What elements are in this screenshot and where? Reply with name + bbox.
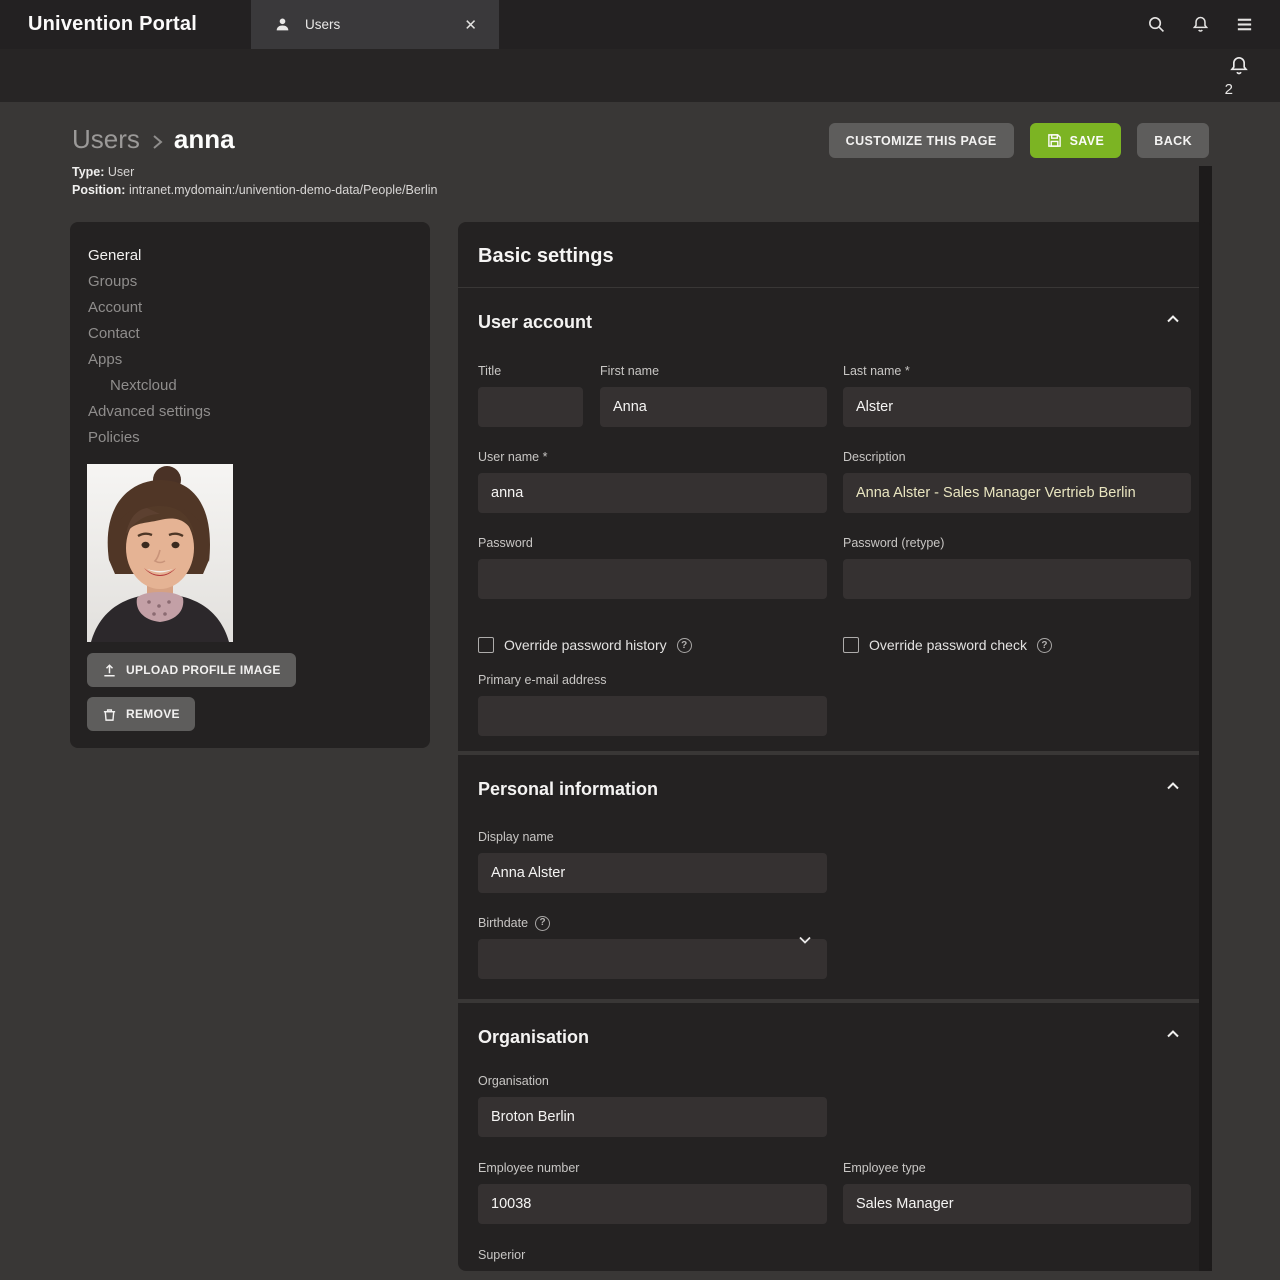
breadcrumb-users-link[interactable]: Users <box>72 124 140 155</box>
sidebar-item-advanced-settings[interactable]: Advanced settings <box>88 399 211 425</box>
remove-image-button[interactable]: REMOVE <box>87 697 195 731</box>
customize-page-button[interactable]: CUSTOMIZE THIS PAGE <box>828 123 1014 158</box>
user-name-label: User name * <box>478 450 548 464</box>
trash-icon <box>102 707 117 722</box>
override-password-history-label: Override password history <box>504 637 667 653</box>
save-button[interactable]: SAVE <box>1029 123 1122 158</box>
first-name-label: First name <box>600 364 660 378</box>
user-icon <box>275 17 290 32</box>
help-icon[interactable]: ? <box>535 915 551 931</box>
password-label: Password <box>478 536 533 550</box>
password-field[interactable] <box>478 559 827 599</box>
override-password-history-checkbox[interactable] <box>478 637 494 653</box>
notification-count: 2 <box>1224 81 1233 98</box>
position-value: intranet.mydomain:/univention-demo-data/… <box>128 183 438 197</box>
type-line: Type: User <box>72 165 134 179</box>
section-header-personal: Personal information <box>478 777 1192 801</box>
birthdate-label: Birthdate <box>478 916 529 930</box>
help-icon[interactable]: ? <box>676 637 692 653</box>
section-divider <box>458 999 1212 1003</box>
close-icon[interactable]: ✕ <box>464 16 477 34</box>
chevron-up-icon[interactable] <box>1166 314 1180 324</box>
first-name-field[interactable] <box>600 387 827 427</box>
position-line: Position: intranet.mydomain:/univention-… <box>72 183 437 197</box>
back-button[interactable]: BACK <box>1137 123 1209 158</box>
description-label: Description <box>843 450 906 464</box>
employee-type-field[interactable] <box>843 1184 1191 1224</box>
section-divider <box>458 751 1212 755</box>
chevron-right-icon <box>150 132 164 152</box>
upload-icon <box>102 663 117 678</box>
override-password-check-label: Override password check <box>869 637 1027 653</box>
sidebar-item-groups[interactable]: Groups <box>88 269 137 295</box>
password-retype-field[interactable] <box>843 559 1191 599</box>
user-name-field[interactable] <box>478 473 827 513</box>
title-label: Title <box>478 364 502 378</box>
description-field[interactable] <box>843 473 1191 513</box>
sidebar-item-apps[interactable]: Apps <box>88 347 122 373</box>
superior-label: Superior <box>478 1248 526 1262</box>
employee-number-label: Employee number <box>478 1161 580 1175</box>
primary-email-label: Primary e-mail address <box>478 673 607 687</box>
save-icon <box>1047 133 1062 148</box>
password-retype-label: Password (retype) <box>843 536 945 550</box>
title-field[interactable] <box>478 387 583 427</box>
help-icon[interactable]: ? <box>1036 637 1052 653</box>
sidebar-panel: General Groups Account Contact Apps Next… <box>70 222 430 748</box>
basic-settings-panel: Basic settings User account Title First … <box>458 222 1212 1271</box>
sidebar-item-nextcloud[interactable]: Nextcloud <box>88 373 177 399</box>
employee-number-field[interactable] <box>478 1184 827 1224</box>
position-label: Position: <box>72 183 126 197</box>
divider <box>458 287 1212 288</box>
display-name-label: Display name <box>478 830 554 844</box>
profile-photo <box>87 464 233 642</box>
tab-users[interactable]: Users ✕ <box>251 0 499 49</box>
type-label: Type: <box>72 165 105 179</box>
section-user-account: User account Title First name Last name … <box>458 310 1212 751</box>
organisation-field[interactable] <box>478 1097 827 1137</box>
type-value: User <box>107 165 135 179</box>
section-nav: General Groups Account Contact Apps Next… <box>70 222 430 451</box>
notifications-bell-icon[interactable] <box>1228 55 1250 77</box>
sidebar-item-contact[interactable]: Contact <box>88 321 140 347</box>
breadcrumb: Users anna <box>72 124 235 155</box>
last-name-field[interactable] <box>843 387 1191 427</box>
menu-icon[interactable] <box>1234 15 1254 35</box>
organisation-label: Organisation <box>478 1074 549 1088</box>
page-title: anna <box>173 124 235 154</box>
section-header-organisation: Organisation <box>478 1025 1192 1049</box>
panel-title: Basic settings <box>478 245 614 267</box>
display-name-field[interactable] <box>478 853 827 893</box>
tab-label: Users <box>305 17 341 32</box>
employee-type-label: Employee type <box>843 1161 926 1175</box>
override-password-check-checkbox[interactable] <box>843 637 859 653</box>
sidebar-item-account[interactable]: Account <box>88 295 142 321</box>
bell-icon[interactable] <box>1190 15 1210 35</box>
sidebar-item-general[interactable]: General <box>88 243 141 269</box>
section-organisation: Organisation Organisation Employee numbe… <box>458 1025 1212 1271</box>
last-name-label: Last name * <box>843 364 910 378</box>
page-header: Users anna Type: User Position: intranet… <box>0 102 1280 222</box>
primary-email-field[interactable] <box>478 696 827 736</box>
chevron-up-icon[interactable] <box>1166 1029 1180 1039</box>
app-title: Univention Portal <box>28 13 197 35</box>
birthdate-field[interactable] <box>478 939 827 979</box>
section-header-user-account: User account <box>478 310 1192 334</box>
search-icon[interactable] <box>1146 15 1166 35</box>
section-personal-information: Personal information Display name Birthd… <box>458 777 1212 999</box>
upload-profile-image-button[interactable]: UPLOAD PROFILE IMAGE <box>87 653 296 687</box>
top-bar: Univention Portal Users ✕ <box>0 0 1280 49</box>
chevron-up-icon[interactable] <box>1166 781 1180 791</box>
sidebar-item-policies[interactable]: Policies <box>88 425 140 451</box>
notification-bar: 2 <box>0 49 1280 102</box>
